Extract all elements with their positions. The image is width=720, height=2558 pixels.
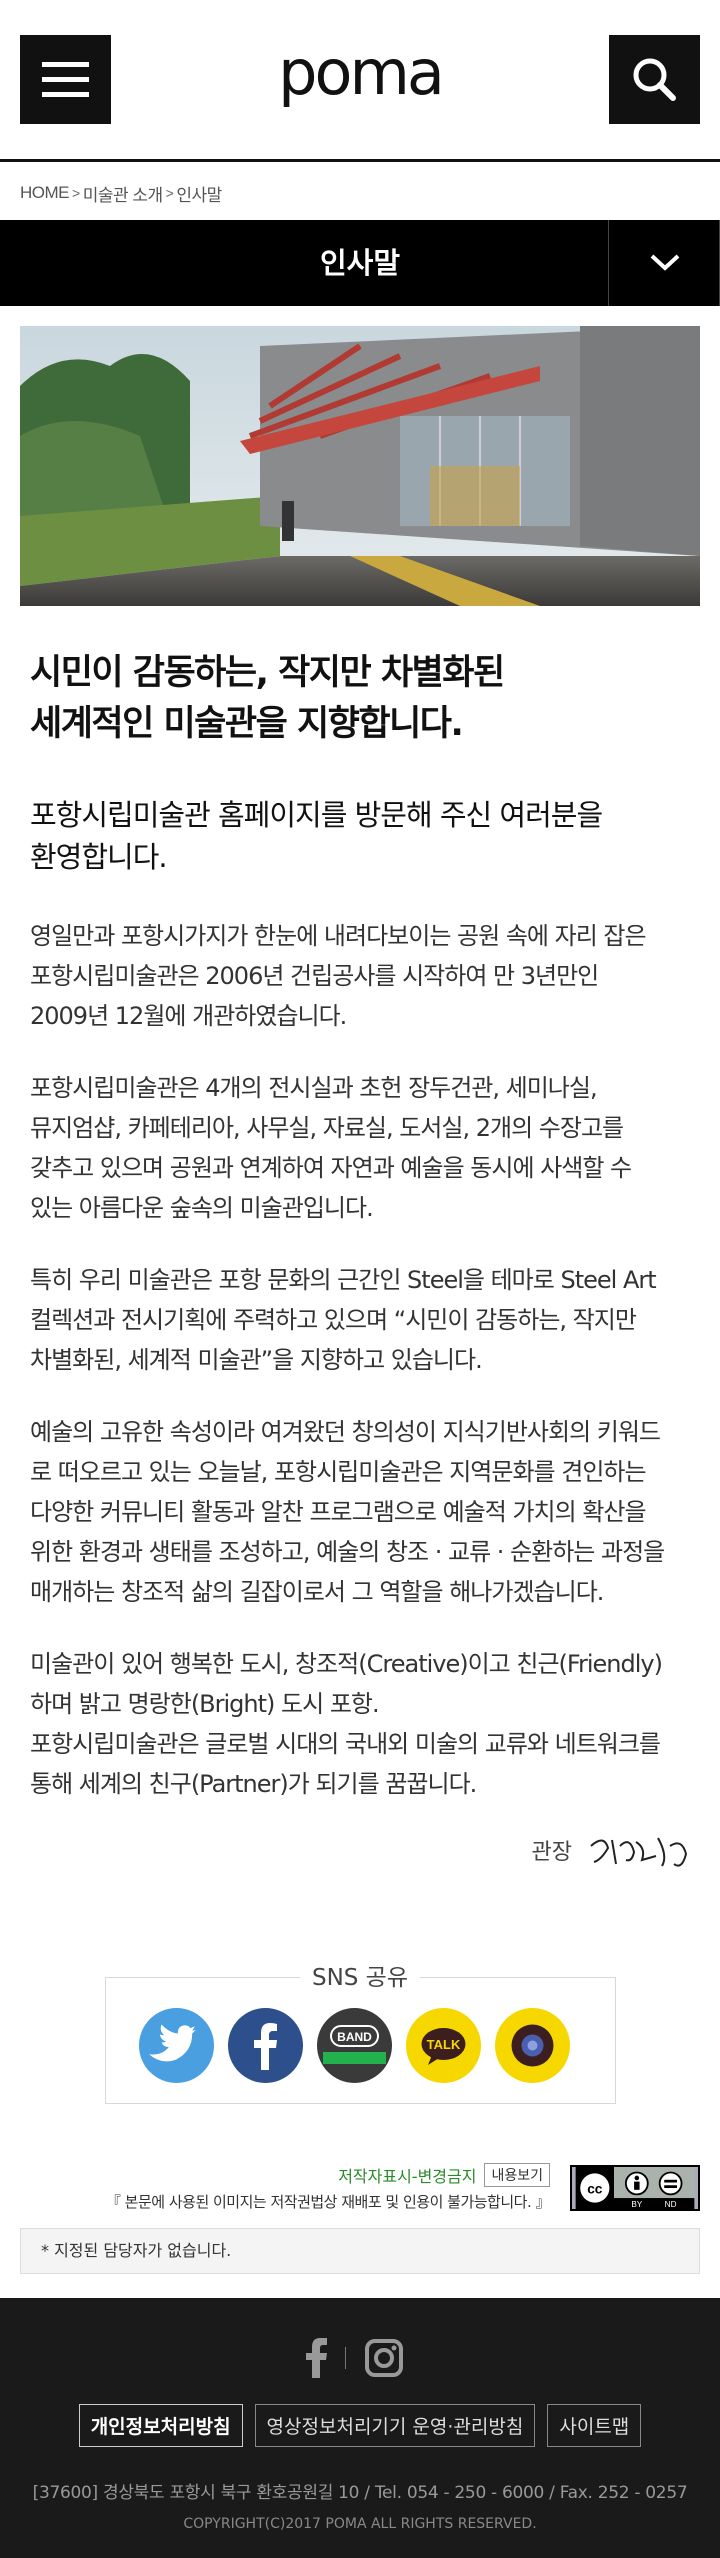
- kakaostory-icon: [511, 2024, 554, 2067]
- cc-license-badge[interactable]: cc BY ND: [570, 2165, 700, 2211]
- privacy-policy-link[interactable]: 개인정보처리방침: [78, 2404, 243, 2447]
- copyright-license: 저작자표시-변경금지 내용보기 『 본문에 사용된 이미지는 저작권법상 재배포…: [20, 2163, 700, 2215]
- hamburger-menu-icon-bar: [42, 92, 89, 97]
- license-label: 저작자표시-변경금지: [338, 2167, 477, 2186]
- museum-building-photo: [20, 326, 700, 606]
- svg-text:BAND: BAND: [337, 2030, 372, 2044]
- breadcrumb-current: 인사말: [176, 185, 222, 205]
- footer-social-divider: [345, 2347, 346, 2369]
- license-notice: 『 본문에 사용된 이미지는 저작권법상 재배포 및 인용이 불가능합니다. 』: [105, 2193, 551, 2211]
- headline-line: 시민이 감동하는, 작지만 차별화된: [30, 653, 505, 693]
- hamburger-menu-icon-bar: [42, 77, 89, 82]
- breadcrumb-home[interactable]: HOME: [20, 183, 70, 203]
- svg-text:TALK: TALK: [427, 2037, 461, 2052]
- headline-line: 세계적인 미술관을 지향합니다.: [30, 704, 464, 744]
- handwritten-signature: [590, 1837, 688, 1867]
- footer-copyright: COPYRIGHT(C)2017 POMA ALL RIGHTS RESERVE…: [183, 2516, 537, 2532]
- greeting-paragraph: 예술의 고유한 속성이라 여겨왔던 창의성이 지식기반사회의 키워드 로 떠오르…: [30, 1418, 665, 1606]
- facebook-share-button[interactable]: [228, 2008, 303, 2083]
- chevron-right-icon: >: [72, 185, 80, 201]
- svg-text:cc: cc: [587, 2181, 603, 2196]
- director-label: 관장: [531, 1840, 572, 1865]
- chevron-right-icon: >: [165, 185, 174, 201]
- license-more-button[interactable]: 내용보기: [484, 2163, 550, 2187]
- svg-text:ND: ND: [665, 2200, 677, 2209]
- greeting-paragraph: 특히 우리 미술관은 포항 문화의 근간인 Steel을 테마로 Steel A…: [30, 1266, 657, 1374]
- kakaotalk-icon: TALK: [421, 2028, 466, 2065]
- search-button[interactable]: [609, 35, 700, 124]
- twitter-share-button[interactable]: [139, 2008, 214, 2083]
- director-signature: 관장: [532, 1826, 696, 1874]
- facebook-icon: [254, 2023, 277, 2070]
- breadcrumb: HOME > 미술관 소개 > 인사말: [20, 181, 222, 206]
- svg-text:BY: BY: [631, 2200, 642, 2209]
- search-icon: [633, 58, 676, 101]
- svg-text:poma: poma: [278, 46, 442, 109]
- sitemap-link[interactable]: 사이트맵: [547, 2404, 642, 2447]
- page-title-bar: 인사말: [0, 220, 720, 306]
- greeting-headline: 시민이 감동하는, 작지만 차별화된 세계적인 미술관을 지향합니다.: [30, 648, 690, 750]
- manager-notice: * 지정된 담당자가 없습니다.: [20, 2228, 700, 2274]
- greeting-paragraph: 영일만과 포항시가지가 한눈에 내려다보이는 공원 속에 자리 잡은 포항시립미…: [30, 922, 647, 1030]
- facebook-icon[interactable]: [305, 2338, 327, 2378]
- band-share-button[interactable]: BAND: [317, 2008, 392, 2083]
- menu-button[interactable]: [20, 35, 111, 124]
- kakaotalk-share-button[interactable]: TALK: [406, 2008, 481, 2083]
- site-header: poma: [0, 0, 720, 162]
- instagram-icon[interactable]: [364, 2338, 404, 2378]
- kakaostory-share-button[interactable]: [495, 2008, 570, 2083]
- poma-logo[interactable]: poma: [230, 46, 490, 116]
- submenu-dropdown-button[interactable]: [608, 220, 720, 306]
- breadcrumb-about[interactable]: 미술관 소개: [83, 181, 163, 206]
- subhead-line: 환영합니다.: [30, 840, 168, 874]
- chevron-down-icon: [650, 254, 680, 271]
- cctv-policy-link[interactable]: 영상정보처리기기 운영·관리방침: [254, 2404, 536, 2447]
- band-icon: BAND: [323, 2025, 386, 2064]
- greeting-paragraph: 미술관이 있어 행복한 도시, 창조적(Creative)이고 친근(Frien…: [30, 1650, 663, 1798]
- greeting-content: 시민이 감동하는, 작지만 차별화된 세계적인 미술관을 지향합니다. 포항시립…: [30, 648, 690, 1804]
- sns-share-box: BAND TALK: [105, 1977, 616, 2104]
- footer-address: [37600] 경상북도 포항시 북구 환호공원길 10 / Tel. 054 …: [32, 2483, 688, 2503]
- greeting-subhead: 포항시립미술관 홈페이지를 방문해 주신 여러분을 환영합니다.: [30, 794, 690, 878]
- sns-share-title: SNS 공유: [0, 1958, 720, 1992]
- greeting-paragraph: 포항시립미술관은 4개의 전시실과 초헌 장두건관, 세미나실, 뮤지엄샵, 카…: [30, 1074, 632, 1222]
- footer-links: 개인정보처리방침 영상정보처리기기 운영·관리방침 사이트맵: [0, 2404, 720, 2447]
- twitter-icon: [149, 2024, 196, 2062]
- hamburger-menu-icon-bar: [42, 62, 89, 67]
- subhead-line: 포항시립미술관 홈페이지를 방문해 주신 여러분을: [30, 798, 603, 832]
